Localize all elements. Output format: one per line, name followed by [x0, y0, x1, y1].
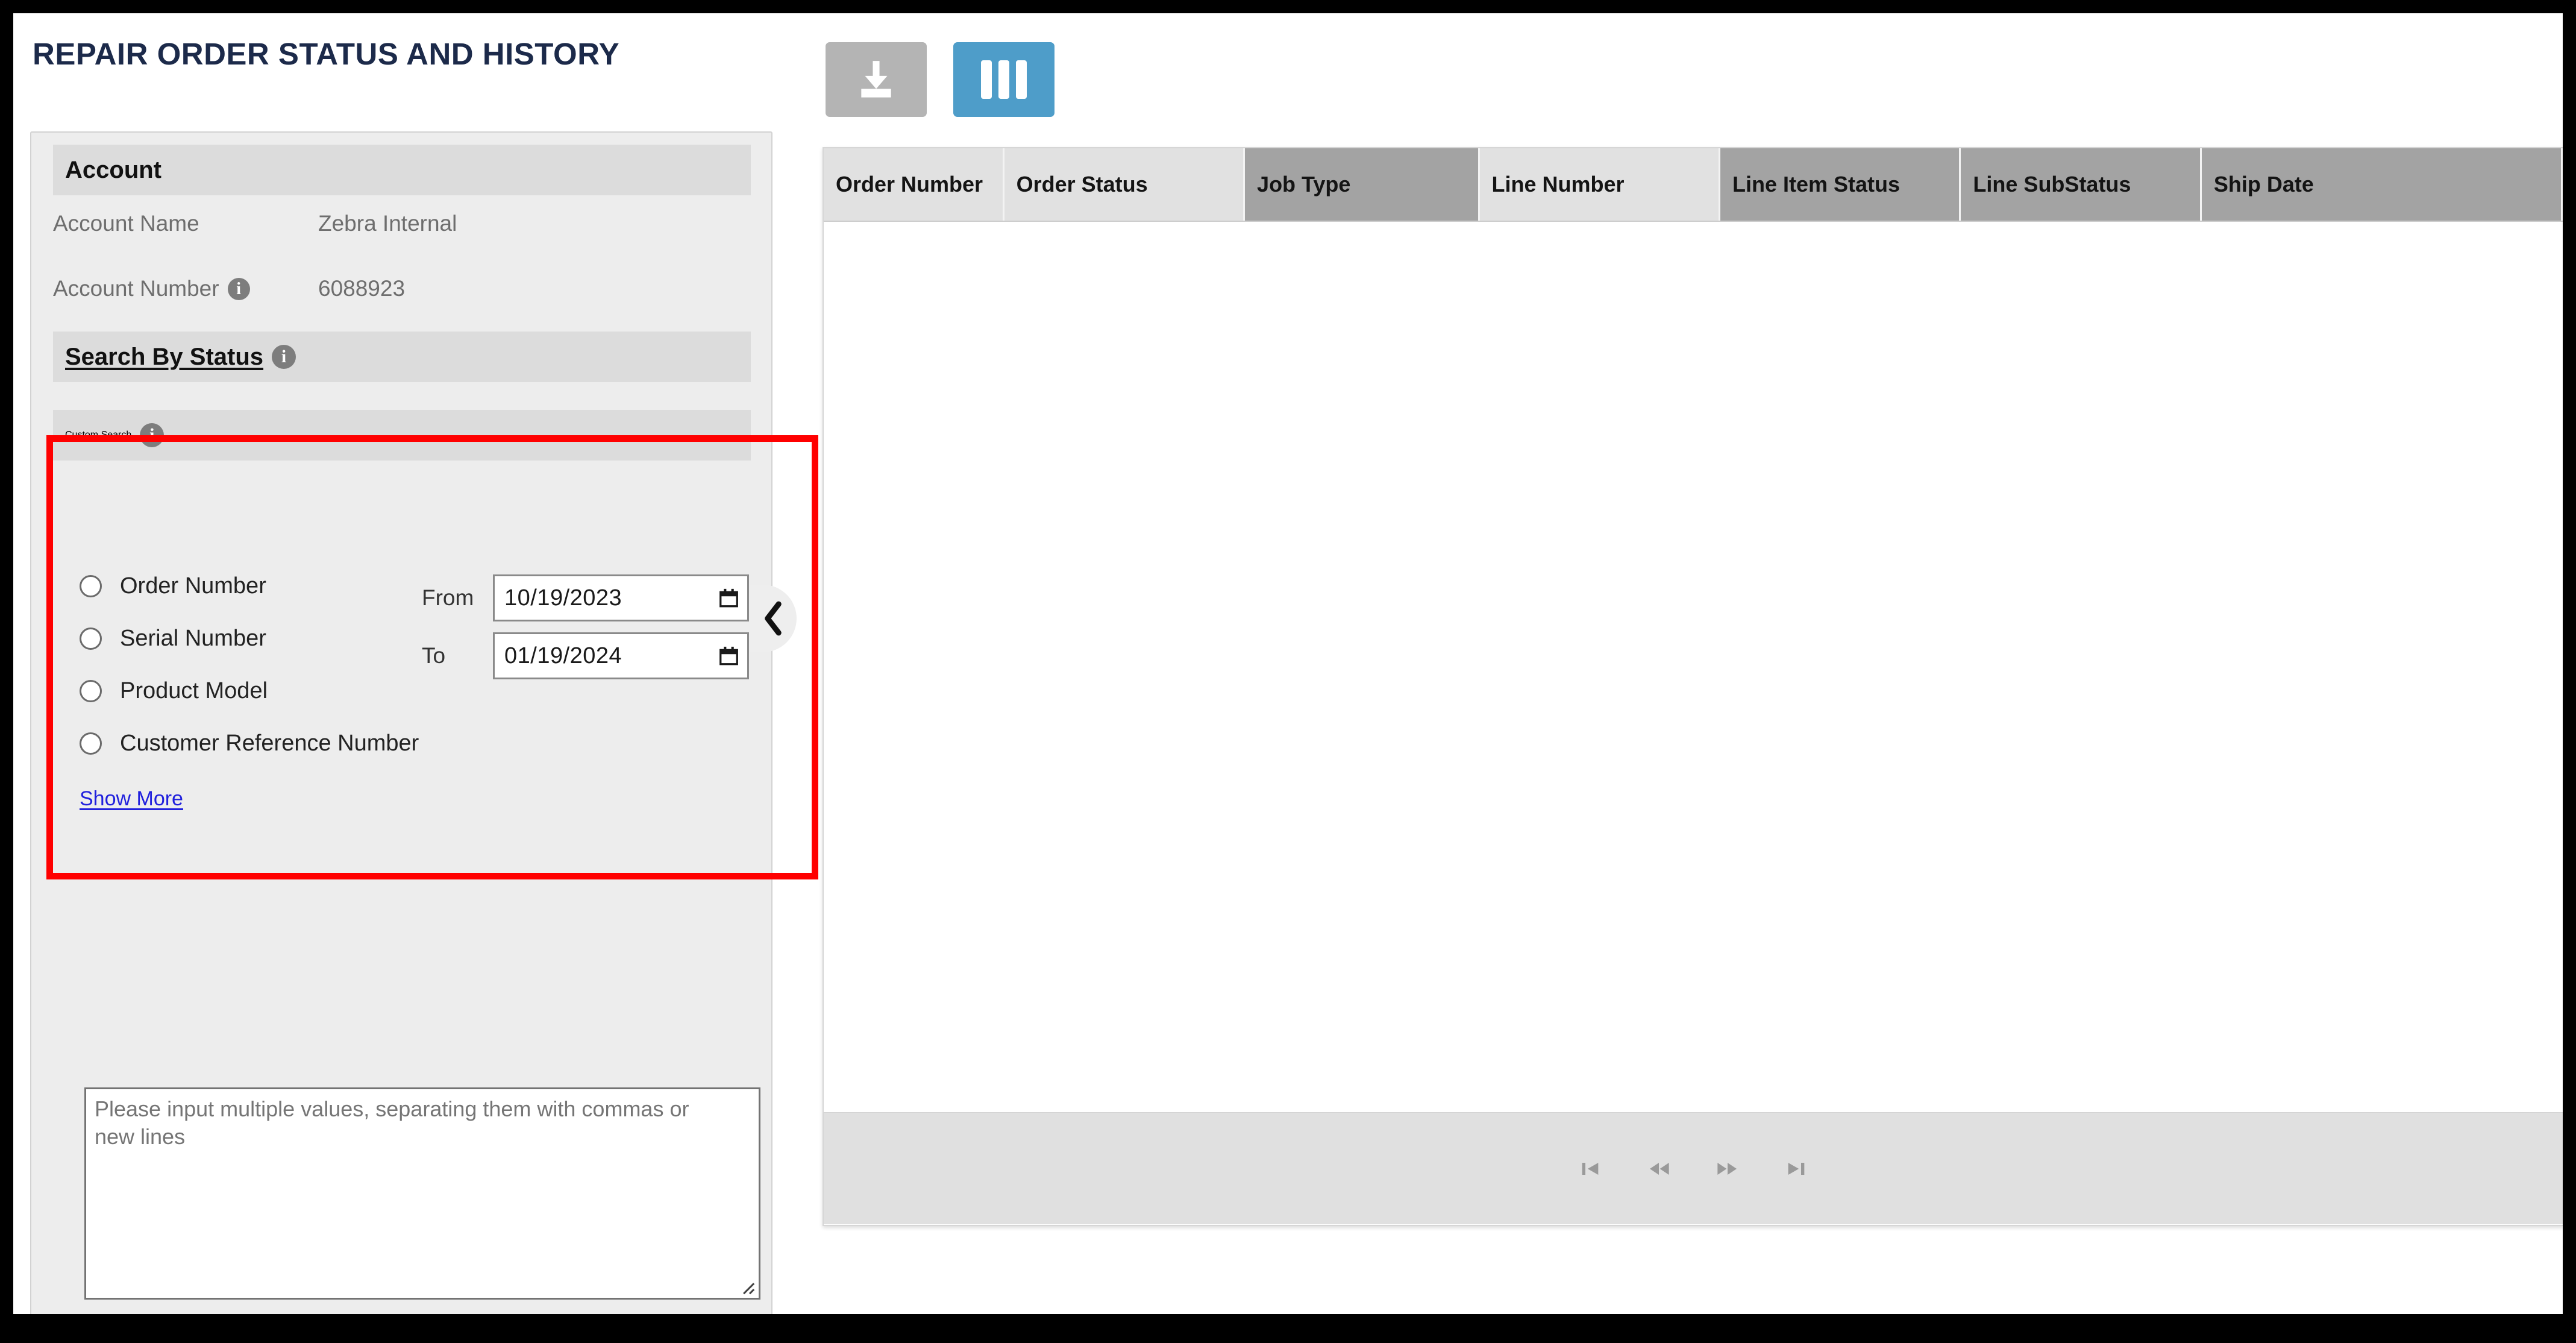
column-header-line-substatus[interactable]: Line SubStatus: [1961, 148, 2202, 221]
next-page-button[interactable]: [1714, 1156, 1741, 1182]
date-from-row: From 10/19/2023: [422, 569, 749, 627]
column-header-order-number[interactable]: Order Number: [824, 148, 1004, 221]
account-section-header: Account: [53, 145, 751, 195]
custom-search-radio-group: Order Number Serial Number Product Model…: [66, 560, 440, 770]
column-header-ship-date[interactable]: Ship Date: [2201, 148, 2563, 221]
date-from-label: From: [422, 585, 474, 610]
search-sidebar: Account Account Name Zebra Internal Acco…: [30, 131, 772, 1314]
column-header-line-number[interactable]: Line Number: [1479, 148, 1720, 221]
radio-label: Serial Number: [120, 626, 266, 651]
search-by-status-section-header[interactable]: Search By Status i: [53, 332, 751, 382]
multi-value-placeholder: Please input multiple values, separating…: [95, 1096, 689, 1150]
radio-option-product-model[interactable]: Product Model: [66, 665, 440, 717]
search-by-status-title: Search By Status: [65, 343, 264, 370]
account-name-label: Account Name: [53, 211, 199, 236]
account-section-title: Account: [65, 156, 161, 183]
resize-grip-icon[interactable]: [735, 1275, 756, 1295]
table-pagination-bar: [824, 1112, 2563, 1224]
page-surface: REPAIR ORDER STATUS AND HISTORY Account …: [13, 13, 2563, 1314]
screenshot-frame: REPAIR ORDER STATUS AND HISTORY Account …: [0, 0, 2576, 1343]
previous-page-icon: [1650, 1162, 1669, 1175]
account-name-value: Zebra Internal: [318, 211, 457, 236]
radio-label: Product Model: [120, 678, 268, 703]
info-icon[interactable]: i: [272, 345, 296, 369]
date-to-label: To: [422, 643, 446, 668]
last-page-icon: [1788, 1162, 1805, 1175]
date-to-input[interactable]: 01/19/2024: [493, 632, 749, 679]
account-name-row: Account Name Zebra Internal: [53, 206, 751, 241]
first-page-icon: [1582, 1162, 1599, 1175]
last-page-button[interactable]: [1783, 1156, 1810, 1182]
radio-button[interactable]: [80, 575, 102, 597]
custom-search-body: Order Number Serial Number Product Model…: [53, 461, 751, 991]
custom-search-title: Custom Search: [65, 430, 132, 440]
info-icon[interactable]: i: [227, 277, 250, 300]
results-table-panel: Order Number Order Status Job Type Line …: [823, 147, 2563, 1226]
table-header-row: Order Number Order Status Job Type Line …: [824, 148, 2563, 222]
custom-search-section-header[interactable]: Custom Search i: [53, 410, 751, 461]
calendar-icon[interactable]: [719, 588, 739, 608]
multi-value-input[interactable]: Please input multiple values, separating…: [84, 1087, 760, 1300]
info-icon[interactable]: i: [140, 423, 165, 447]
account-number-value: 6088923: [318, 276, 406, 301]
calendar-icon[interactable]: [719, 646, 739, 666]
first-page-button[interactable]: [1577, 1156, 1603, 1182]
radio-button[interactable]: [80, 732, 102, 755]
download-button[interactable]: [826, 42, 927, 117]
account-number-row: Account Number i 6088923: [53, 271, 751, 306]
column-header-job-type[interactable]: Job Type: [1245, 148, 1480, 221]
radio-button[interactable]: [80, 627, 102, 650]
date-from-input[interactable]: 10/19/2023: [493, 574, 749, 621]
radio-option-customer-reference-number[interactable]: Customer Reference Number: [66, 717, 440, 770]
next-page-icon: [1717, 1162, 1737, 1175]
radio-button[interactable]: [80, 680, 102, 702]
column-header-order-status[interactable]: Order Status: [1004, 148, 1246, 221]
date-from-value: 10/19/2023: [504, 585, 622, 611]
account-number-label-text: Account Number: [53, 276, 219, 301]
date-to-row: To 01/19/2024: [422, 627, 749, 685]
radio-label: Customer Reference Number: [120, 731, 419, 756]
columns-button[interactable]: [953, 42, 1055, 117]
table-toolbar: [826, 42, 1055, 117]
date-to-value: 01/19/2024: [504, 643, 622, 668]
account-number-label: Account Number i: [53, 276, 318, 301]
previous-page-button[interactable]: [1646, 1156, 1672, 1182]
page-title: REPAIR ORDER STATUS AND HISTORY: [33, 37, 620, 71]
radio-label: Order Number: [120, 573, 266, 599]
date-range-group: From 10/19/2023 To 01/19/2024: [422, 569, 749, 685]
download-icon: [861, 61, 891, 98]
chevron-left-icon: [765, 601, 782, 636]
radio-option-serial-number[interactable]: Serial Number: [66, 612, 440, 665]
show-more-link[interactable]: Show More: [80, 787, 183, 811]
radio-option-order-number[interactable]: Order Number: [66, 560, 440, 612]
table-body-empty: [824, 222, 2563, 1112]
sidebar-collapse-button[interactable]: [750, 585, 797, 652]
columns-icon: [981, 60, 1027, 99]
column-header-line-item-status[interactable]: Line Item Status: [1720, 148, 1961, 221]
